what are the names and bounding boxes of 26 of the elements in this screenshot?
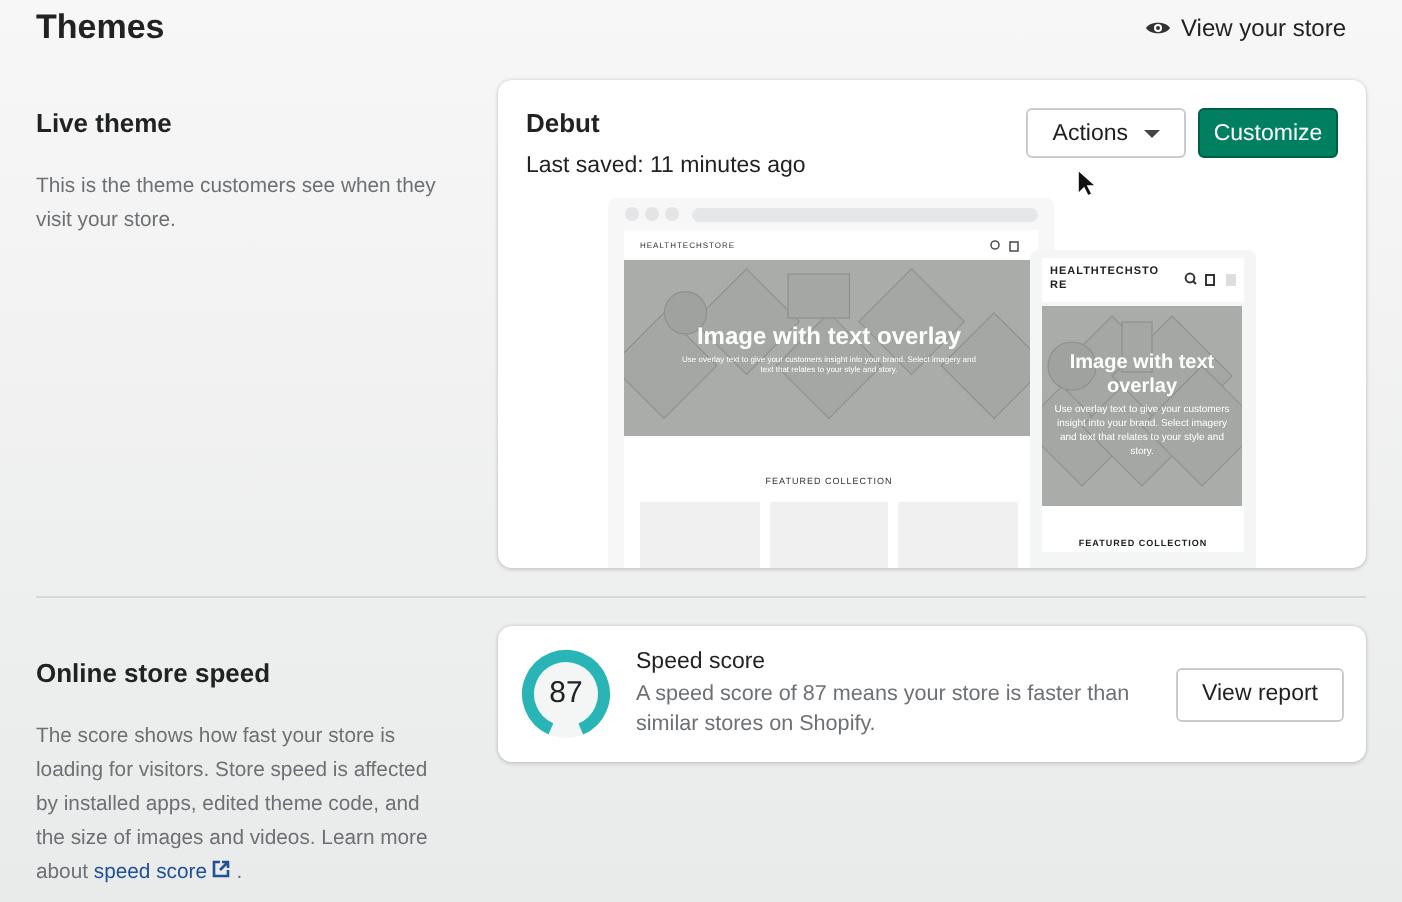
view-store-link[interactable]: View your store [1143, 14, 1346, 42]
section-heading: Online store speed [36, 658, 273, 688]
view-report-button[interactable]: View report [1176, 667, 1344, 721]
section-heading: Live theme [36, 108, 174, 138]
section-description: This is the theme customers see when they visit your store. [36, 174, 438, 236]
search-cart-menu-icon [1184, 272, 1236, 288]
product-placeholder [769, 502, 889, 568]
page-title: Themes [36, 8, 165, 48]
actions-button[interactable]: Actions [1026, 108, 1186, 158]
theme-name: Debut [526, 108, 602, 138]
search-and-cart-icon [990, 239, 1022, 251]
speed-score-text: A speed score of 87 means your store is faster than similar stores on Shopify. [636, 679, 1132, 739]
caret-icon [1144, 129, 1160, 137]
score-value: 87 [547, 674, 585, 714]
speed-score-title: Speed score [636, 649, 768, 673]
speed-score-link[interactable]: speed score [93, 862, 231, 884]
cursor-icon [1076, 168, 1096, 198]
product-placeholder [898, 502, 1019, 568]
last-saved-text: Last saved: 11 minutes ago [526, 154, 806, 178]
external-link-icon [212, 860, 231, 878]
product-placeholder [640, 502, 760, 568]
section-description: The score shows how fast your store is loading for visitors. Store speed is affected by installed apps, edited theme code, and the size of images and videos. Learn more about speed score . [36, 724, 430, 888]
customize-button[interactable]: Customize [1198, 108, 1338, 158]
hero-title: Image with text overlay [696, 322, 962, 350]
eye-icon [1143, 18, 1172, 38]
hero-title: Image with text overlay [1067, 352, 1217, 400]
